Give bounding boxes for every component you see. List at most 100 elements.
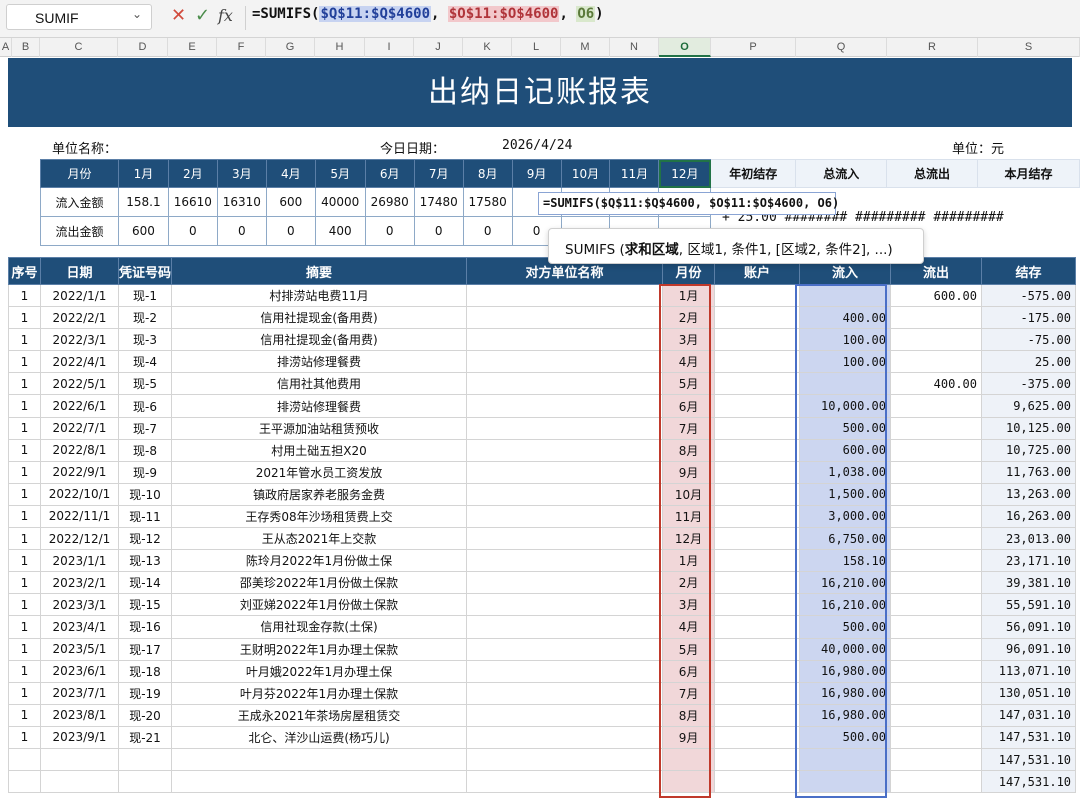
- row-counterparty[interactable]: [466, 306, 664, 330]
- row-inflow[interactable]: 1,500.00: [799, 482, 892, 506]
- row-balance[interactable]: 10,725.00: [981, 438, 1077, 462]
- row-date[interactable]: 2022/6/1: [40, 394, 119, 418]
- row-inflow[interactable]: [799, 372, 892, 396]
- row-counterparty[interactable]: [466, 659, 664, 683]
- row-date[interactable]: 2023/4/1: [40, 615, 119, 639]
- row-inflow[interactable]: 158.10: [799, 549, 892, 573]
- row-outflow[interactable]: [890, 615, 983, 639]
- table-row[interactable]: 147,531.10: [8, 770, 1077, 794]
- row-inflow[interactable]: 100.00: [799, 328, 892, 352]
- cell-editor[interactable]: =SUMIFS($Q$11:$Q$4600, $O$11:$O$4600, O6…: [538, 192, 839, 215]
- row-outflow[interactable]: [890, 747, 983, 772]
- row-month[interactable]: 4月: [662, 615, 716, 639]
- row-voucher[interactable]: 现-14: [117, 571, 173, 595]
- row-voucher[interactable]: 现-11: [117, 504, 173, 529]
- row-outflow[interactable]: [890, 593, 983, 617]
- column-header-p[interactable]: P: [711, 38, 796, 57]
- row-outflow[interactable]: [890, 416, 983, 440]
- table-row[interactable]: 1 2023/6/1 现-18 叶月娥2022年1月办理土保 6月 16,980.00 11…: [8, 659, 1077, 683]
- row-index[interactable]: 1: [8, 504, 41, 529]
- table-row[interactable]: 1 2023/2/1 现-14 邵美珍2022年1月份做土保款 2月 16,210.00 3…: [8, 571, 1077, 595]
- row-voucher[interactable]: 现-12: [117, 527, 173, 551]
- row-index[interactable]: 1: [8, 725, 41, 749]
- row-voucher[interactable]: 现-1: [117, 283, 173, 308]
- total-outflow-header[interactable]: 总流出: [886, 159, 978, 188]
- column-header-q[interactable]: Q: [796, 38, 887, 57]
- table-row[interactable]: 1 2023/5/1 现-17 王财明2022年1月办理土保款 5月 40,000.00 9…: [8, 637, 1077, 661]
- row-summary[interactable]: 叶月芬2022年1月办理土保款: [171, 681, 468, 705]
- row-outflow[interactable]: [890, 306, 983, 330]
- row-voucher[interactable]: 现-19: [117, 681, 173, 705]
- row-balance[interactable]: -375.00: [981, 372, 1077, 396]
- row-balance[interactable]: 56,091.10: [981, 615, 1077, 639]
- inflow-cell[interactable]: 40000: [314, 187, 366, 217]
- row-outflow[interactable]: [890, 681, 983, 705]
- row-balance[interactable]: 13,263.00: [981, 482, 1077, 506]
- summary-month[interactable]: 6月: [364, 159, 415, 188]
- column-header-c[interactable]: C: [40, 38, 118, 57]
- row-outflow[interactable]: [890, 637, 983, 661]
- column-header-i[interactable]: I: [365, 38, 414, 57]
- row-month[interactable]: 6月: [662, 659, 716, 683]
- row-account[interactable]: [714, 725, 801, 749]
- table-row[interactable]: 1 2023/9/1 现-21 北仑、洋沙山运费(杨巧儿) 9月 500.00 147,53…: [8, 725, 1077, 749]
- outflow-label[interactable]: 流出金额: [40, 216, 119, 246]
- row-month[interactable]: 2月: [662, 571, 716, 595]
- column-header-m[interactable]: M: [561, 38, 610, 57]
- row-inflow[interactable]: 500.00: [799, 615, 892, 639]
- row-counterparty[interactable]: [466, 416, 664, 440]
- col-header-balance[interactable]: 结存: [981, 257, 1077, 285]
- row-voucher[interactable]: 现-10: [117, 482, 173, 506]
- row-voucher[interactable]: 现-4: [117, 350, 173, 374]
- row-outflow[interactable]: [890, 460, 983, 484]
- row-voucher[interactable]: 现-16: [117, 615, 173, 639]
- row-account[interactable]: [714, 747, 801, 772]
- row-balance[interactable]: 113,071.10: [981, 659, 1077, 683]
- row-account[interactable]: [714, 438, 801, 462]
- row-counterparty[interactable]: [466, 328, 664, 352]
- row-voucher[interactable]: [117, 770, 173, 794]
- row-summary[interactable]: 叶月娥2022年1月办理土保: [171, 659, 468, 683]
- row-month[interactable]: 3月: [662, 593, 716, 617]
- table-row[interactable]: 1 2022/5/1 现-5 信用社其他费用 5月 400.00 -375.00: [8, 372, 1077, 396]
- row-counterparty[interactable]: [466, 350, 664, 374]
- row-summary[interactable]: 信用社提现金(备用费): [171, 328, 468, 352]
- outflow-cell[interactable]: 0: [216, 216, 267, 246]
- row-counterparty[interactable]: [466, 681, 664, 705]
- row-outflow[interactable]: 600.00: [890, 283, 983, 308]
- row-counterparty[interactable]: [466, 637, 664, 661]
- row-date[interactable]: [40, 770, 119, 794]
- row-balance[interactable]: 55,591.10: [981, 593, 1077, 617]
- row-counterparty[interactable]: [466, 747, 664, 772]
- row-counterparty[interactable]: [466, 615, 664, 639]
- column-header-o[interactable]: O: [659, 38, 711, 57]
- row-counterparty[interactable]: [466, 571, 664, 595]
- chevron-down-icon[interactable]: ⌄: [132, 7, 142, 21]
- column-header-l[interactable]: L: [512, 38, 561, 57]
- row-voucher[interactable]: 现-7: [117, 416, 173, 440]
- function-icon[interactable]: fx: [218, 6, 233, 25]
- row-counterparty[interactable]: [466, 460, 664, 484]
- row-balance[interactable]: 10,125.00: [981, 416, 1077, 440]
- row-index[interactable]: 1: [8, 460, 41, 484]
- row-inflow[interactable]: [799, 747, 892, 772]
- row-summary[interactable]: 排涝站修理餐费: [171, 350, 468, 374]
- row-date[interactable]: 2022/11/1: [40, 504, 119, 529]
- row-summary[interactable]: 邵美珍2022年1月份做土保款: [171, 571, 468, 595]
- row-voucher[interactable]: 现-5: [117, 372, 173, 396]
- row-account[interactable]: [714, 770, 801, 794]
- column-header-n[interactable]: N: [610, 38, 659, 57]
- column-header-b[interactable]: B: [12, 38, 40, 57]
- row-month[interactable]: 1月: [662, 549, 716, 573]
- row-date[interactable]: 2022/12/1: [40, 527, 119, 551]
- row-month[interactable]: [662, 747, 716, 772]
- row-balance[interactable]: 147,531.10: [981, 770, 1077, 794]
- row-balance[interactable]: 16,263.00: [981, 504, 1077, 529]
- row-inflow[interactable]: 100.00: [799, 350, 892, 374]
- row-voucher[interactable]: 现-21: [117, 725, 173, 749]
- row-month[interactable]: 5月: [662, 372, 716, 396]
- row-date[interactable]: 2023/2/1: [40, 571, 119, 595]
- row-account[interactable]: [714, 372, 801, 396]
- row-month[interactable]: [662, 770, 716, 794]
- summary-month[interactable]: 11月: [609, 159, 660, 188]
